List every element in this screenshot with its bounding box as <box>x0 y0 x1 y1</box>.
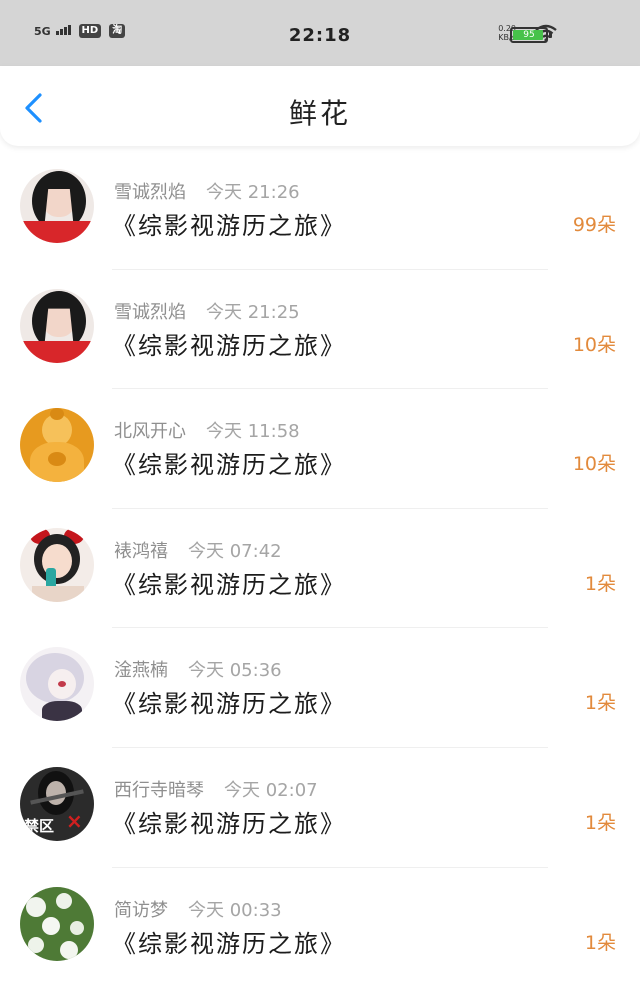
sender-line: 雪诚烈焰 今天 21:25 <box>114 298 300 324</box>
send-time: 今天 02:07 <box>224 779 318 801</box>
page-title: 鲜花 <box>288 97 351 130</box>
sender-name: 简访梦 <box>114 899 168 921</box>
sender-name: 裱鸿禧 <box>114 540 168 562</box>
list-item[interactable]: 简访梦 今天 00:33 《综影视游历之旅》 1朵 <box>0 868 640 988</box>
send-time: 今天 11:58 <box>206 421 300 443</box>
book-title: 《综影视游历之旅》 <box>112 570 346 599</box>
avatar[interactable] <box>20 886 94 961</box>
list-item[interactable]: 禁区 × 西行寺暗琴 今天 02:07 《综影视游历之旅》 1朵 <box>0 748 640 868</box>
sender-line: 北风开心 今天 11:58 <box>114 417 300 443</box>
status-bar: 5G HD 淘 22:18 0.20 KB/s 95 <box>0 0 640 66</box>
sender-name: 北风开心 <box>114 421 186 443</box>
flower-count: 1朵 <box>584 811 616 834</box>
sender-line: 淦燕楠 今天 05:36 <box>114 656 282 682</box>
avatar[interactable] <box>20 527 94 602</box>
sender-name: 淦燕楠 <box>114 660 168 682</box>
flower-count: 1朵 <box>584 692 616 715</box>
book-title: 《综影视游历之旅》 <box>112 212 346 240</box>
nav-bar: 鲜花 <box>0 66 640 146</box>
send-time: 今天 21:25 <box>206 301 300 323</box>
book-title: 《综影视游历之旅》 <box>112 690 346 719</box>
flower-list: 雪诚烈焰 今天 21:26 《综影视游历之旅》 99朵 雪诚烈焰 今天 21:25 … <box>0 150 640 987</box>
book-title: 《综影视游历之旅》 <box>112 331 346 360</box>
send-time: 今天 21:26 <box>206 182 300 203</box>
sender-line: 简访梦 今天 00:33 <box>114 896 282 922</box>
sender-name: 雪诚烈焰 <box>114 301 186 323</box>
send-time: 今天 07:42 <box>188 540 282 562</box>
flower-count: 1朵 <box>584 572 616 595</box>
book-title: 《综影视游历之旅》 <box>112 809 346 838</box>
sender-line: 裱鸿禧 今天 07:42 <box>114 537 282 563</box>
list-item[interactable]: 裱鸿禧 今天 07:42 《综影视游历之旅》 1朵 <box>0 509 640 629</box>
send-time: 今天 05:36 <box>188 660 282 682</box>
battery-icon: 95 <box>510 27 552 43</box>
sender-name: 西行寺暗琴 <box>114 779 204 801</box>
avatar[interactable] <box>20 288 94 363</box>
sender-name: 雪诚烈焰 <box>114 182 186 203</box>
avatar[interactable]: 禁区 × <box>20 766 94 841</box>
book-title: 《综影视游历之旅》 <box>112 929 346 958</box>
flower-count: 10朵 <box>572 453 616 476</box>
flower-count: 10朵 <box>572 333 616 356</box>
list-item[interactable]: 淦燕楠 今天 05:36 《综影视游历之旅》 1朵 <box>0 628 640 748</box>
avatar[interactable] <box>20 408 94 483</box>
list-item[interactable]: 雪诚烈焰 今天 21:25 《综影视游历之旅》 10朵 <box>0 270 640 390</box>
flower-count: 1朵 <box>584 931 616 954</box>
avatar-banner-text: 禁区 <box>24 816 55 835</box>
sender-line: 西行寺暗琴 今天 02:07 <box>114 776 318 802</box>
list-item[interactable]: 北风开心 今天 11:58 《综影视游历之旅》 10朵 <box>0 389 640 509</box>
battery-text: 95 <box>523 30 535 40</box>
avatar[interactable] <box>20 647 94 722</box>
sender-line: 雪诚烈焰 今天 21:26 <box>114 178 300 204</box>
flower-count: 99朵 <box>572 214 616 236</box>
list-item[interactable]: 雪诚烈焰 今天 21:26 《综影视游历之旅》 99朵 <box>0 150 640 270</box>
book-title: 《综影视游历之旅》 <box>112 451 346 480</box>
avatar[interactable] <box>20 169 94 243</box>
send-time: 今天 00:33 <box>188 899 282 921</box>
close-x-mark: × <box>66 808 83 833</box>
